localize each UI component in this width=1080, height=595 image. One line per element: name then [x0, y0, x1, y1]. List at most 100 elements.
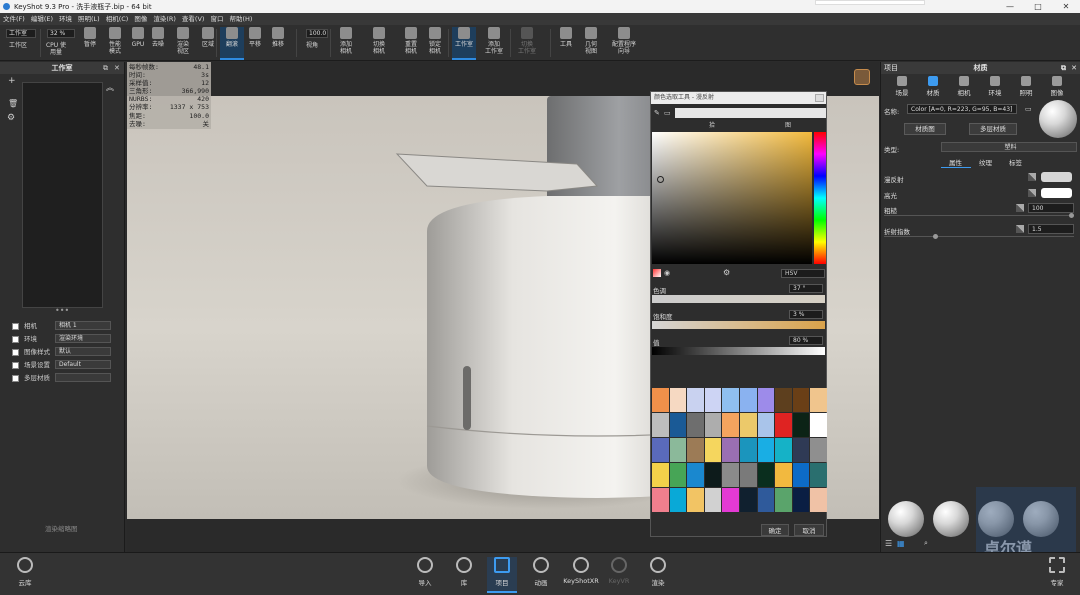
workspace-select[interactable]: 工作室 [6, 29, 36, 38]
fov-field[interactable]: 100.0 [306, 29, 328, 38]
slider-knob[interactable] [933, 234, 938, 239]
popout-icon[interactable]: ⧉ [103, 64, 108, 73]
subtab[interactable]: 属性 [949, 157, 962, 167]
color-swatch[interactable] [775, 388, 792, 412]
color-swatch[interactable] [775, 413, 792, 437]
color-swatch[interactable] [652, 463, 669, 487]
color-wheel-icon[interactable]: ◉ [664, 269, 670, 277]
color-swatch[interactable] [740, 438, 757, 462]
tab-material[interactable]: 材质 [922, 76, 944, 97]
color-swatch[interactable] [740, 463, 757, 487]
tab-lighting[interactable]: 照明 [1015, 76, 1037, 97]
toolbar-denoise-button[interactable]: 去噪 [146, 27, 170, 48]
color-swatch[interactable] [792, 388, 810, 412]
toolbar-add-camera-button[interactable]: 添加 相机 [334, 27, 358, 55]
value-slider[interactable] [652, 347, 825, 355]
ok-button[interactable]: 确定 [761, 524, 789, 536]
bottom-library-button[interactable]: 库 [449, 557, 479, 587]
menu-item[interactable]: 图像 [131, 13, 150, 25]
picker-tab-pick[interactable]: 拾 [709, 120, 715, 129]
texture-map-icon[interactable] [1016, 225, 1024, 233]
color-swatch-icon[interactable] [653, 269, 661, 277]
toolbar-workspace-button[interactable]: 工作区 [6, 40, 30, 49]
bottom-render-button[interactable]: 渲染 [643, 557, 673, 587]
menu-item[interactable]: 编辑(E) [28, 13, 56, 25]
saturation-slider[interactable] [652, 321, 825, 329]
color-swatch[interactable] [687, 413, 704, 437]
color-swatch[interactable] [792, 488, 810, 512]
property-slider[interactable] [884, 236, 1074, 237]
color-swatch[interactable] [687, 463, 704, 487]
expert-button[interactable]: 专家 [1042, 557, 1072, 587]
row-checkbox[interactable] [12, 348, 19, 356]
saturation-value-field[interactable]: 3 % [789, 310, 823, 319]
row-checkbox[interactable] [12, 322, 19, 330]
maximize-button[interactable]: □ [1024, 0, 1052, 13]
property-value-field[interactable]: 1.5 [1028, 224, 1074, 234]
menu-item[interactable]: 查看(V) [179, 13, 208, 25]
color-swatch[interactable] [740, 388, 757, 412]
subtab[interactable]: 纹理 [979, 157, 992, 167]
menu-item[interactable]: 渲染(R) [150, 13, 179, 25]
color-swatch[interactable] [704, 388, 722, 412]
color-swatch[interactable] [669, 388, 687, 412]
value-value-field[interactable]: 80 % [789, 336, 823, 345]
hue-slider[interactable] [652, 295, 825, 303]
hue-strip[interactable] [814, 132, 826, 264]
panel-close-icon[interactable]: ✕ [114, 64, 120, 72]
cloud-library-button[interactable]: 云库 [10, 557, 40, 587]
row-select[interactable]: Default [55, 360, 111, 369]
color-swatch[interactable] [792, 413, 810, 437]
menu-item[interactable]: 文件(F) [0, 13, 28, 25]
toolbar-switch-camera-button[interactable]: 切换 相机 [367, 27, 391, 55]
bottom-project-button[interactable]: 项目 [487, 557, 517, 593]
color-swatch[interactable] [757, 463, 775, 487]
color-swatch[interactable] [792, 438, 810, 462]
color-swatch[interactable] [652, 488, 669, 512]
menu-item[interactable]: 相机(C) [103, 13, 132, 25]
property-value-field[interactable]: 100 [1028, 203, 1074, 213]
library-material-ball[interactable] [933, 501, 969, 537]
color-mode-select[interactable]: HSV [781, 269, 825, 278]
color-swatch[interactable] [722, 488, 739, 512]
property-slider[interactable] [884, 215, 1074, 216]
tab-environment[interactable]: 环境 [984, 76, 1006, 97]
toolbar-switch-studio-button[interactable]: 切换 工作室 [515, 27, 539, 55]
toolbar-geometry-view-button[interactable]: 几何 视图 [579, 27, 603, 55]
workspace-thumbnail-area[interactable] [22, 82, 103, 308]
drag-handle-icon[interactable]: ••• [55, 306, 69, 315]
rp-close-icon[interactable]: ✕ [1071, 62, 1077, 74]
color-swatch[interactable] [722, 413, 739, 437]
bottom-animation-button[interactable]: 动画 [526, 557, 556, 587]
color-swatch[interactable] [669, 413, 687, 437]
color-swatch[interactable] [687, 488, 704, 512]
toolbar-configurator-button[interactable]: 配置程序 向导 [609, 27, 639, 55]
material-graph-button[interactable]: 材质图 [904, 123, 946, 135]
tab-scene[interactable]: 场景 [891, 76, 913, 97]
color-swatch[interactable] [669, 488, 687, 512]
picker-gear-icon[interactable]: ⚙ [723, 268, 730, 277]
material-name-field[interactable]: Color [A=0, R=223, G=95, B=43] [907, 104, 1017, 114]
toolbar-view-angle-button[interactable]: 视角 [300, 40, 324, 49]
picker-close-button[interactable] [815, 94, 824, 102]
toolbar-pause-button[interactable]: 暂停 [78, 27, 102, 48]
color-swatch[interactable] [687, 438, 704, 462]
color-swatch[interactable] [652, 413, 669, 437]
row-select[interactable]: 渲染环境 [55, 334, 111, 343]
sv-cursor[interactable] [657, 176, 664, 183]
grid-view-icon[interactable]: ▦ [897, 539, 905, 548]
picker-tab-image[interactable]: 图 [785, 120, 791, 129]
color-swatch[interactable] [722, 438, 739, 462]
color-swatch[interactable] [669, 438, 687, 462]
row-checkbox[interactable] [12, 361, 19, 369]
color-swatch[interactable] [810, 463, 827, 487]
color-swatch[interactable] [722, 388, 739, 412]
toolbar-performance-button[interactable]: 性能 模式 [103, 27, 127, 55]
color-swatch[interactable] [775, 463, 792, 487]
color-swatch[interactable] [704, 488, 722, 512]
color-swatch[interactable] [652, 388, 669, 412]
settings-gear-icon[interactable]: ⚙ [7, 113, 15, 123]
color-swatch[interactable] [704, 463, 722, 487]
bottom-keyshotxr-button[interactable]: KeyShotXR [563, 557, 599, 585]
menu-item[interactable]: 环境 [56, 13, 75, 25]
